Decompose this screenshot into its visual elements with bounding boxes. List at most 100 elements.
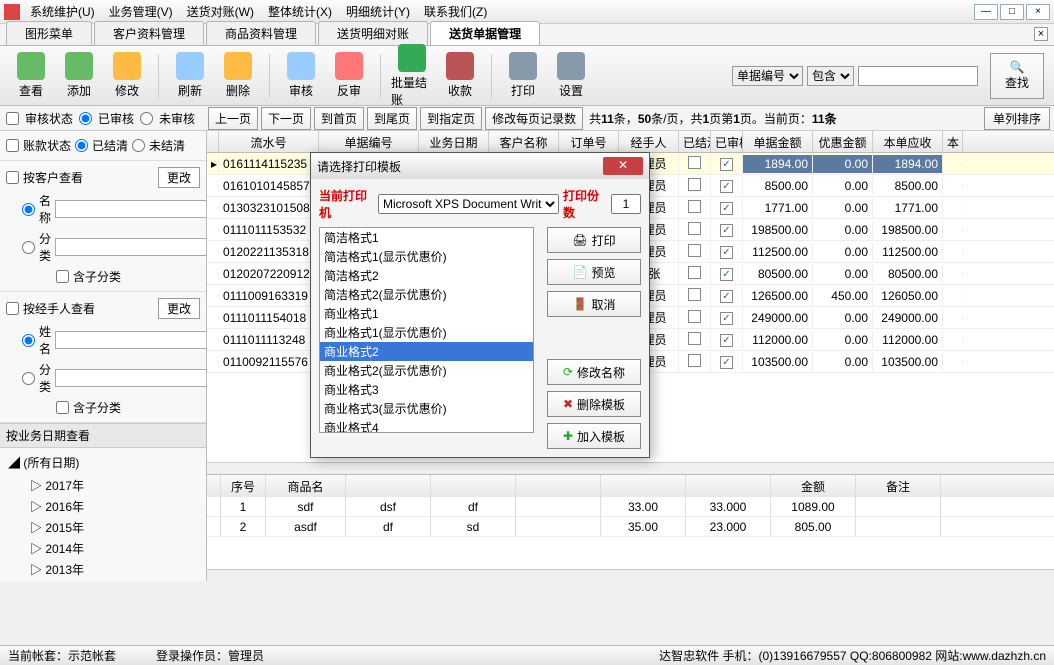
hname-input[interactable]	[55, 331, 207, 349]
template-item[interactable]: 商业格式1(显示优惠价)	[320, 323, 533, 342]
detail-column-header[interactable]: 金额	[771, 475, 856, 497]
template-item[interactable]: 商业格式4	[320, 418, 533, 433]
search-input[interactable]	[858, 66, 978, 86]
column-header[interactable]	[207, 131, 219, 152]
column-header[interactable]: 订单号	[559, 131, 619, 152]
unsettled-radio[interactable]	[132, 139, 145, 152]
by-customer-checkbox[interactable]	[6, 171, 19, 184]
nav-button[interactable]: 到指定页	[420, 107, 482, 130]
tree-root[interactable]: ◢ (所有日期)	[6, 452, 200, 473]
preview-button[interactable]: 📄预览	[547, 259, 641, 285]
collect-button[interactable]: 收款	[439, 52, 481, 99]
hsubcat-checkbox[interactable]	[56, 401, 69, 414]
hscrollbar[interactable]	[207, 462, 1054, 474]
unaudit-button[interactable]: 反审	[328, 52, 370, 99]
settled-radio[interactable]	[75, 139, 88, 152]
template-item[interactable]: 简洁格式2	[320, 266, 533, 285]
category-input[interactable]	[55, 238, 207, 256]
template-list[interactable]: 简洁格式1简洁格式1(显示优惠价)简洁格式2简洁格式2(显示优惠价)商业格式1商…	[319, 227, 534, 433]
tree-year[interactable]: ▷ 2015年	[18, 517, 200, 538]
tree-year[interactable]: ▷ 2013年	[18, 559, 200, 580]
menu-item[interactable]: 业务管理(V)	[103, 1, 179, 22]
menu-item[interactable]: 送货对账(W)	[181, 1, 260, 22]
name-input[interactable]	[55, 200, 207, 218]
nav-button[interactable]: 到首页	[314, 107, 364, 130]
nav-button[interactable]: 上一页	[208, 107, 258, 130]
name-radio[interactable]	[22, 203, 35, 216]
delete-template-button[interactable]: ✖删除模板	[547, 391, 641, 417]
column-header[interactable]: 优惠金额	[813, 131, 873, 152]
detail-body[interactable]: 1sdfdsfdf33.0033.0001089.002asdfdfsd35.0…	[207, 497, 1054, 537]
category-radio[interactable]	[22, 241, 35, 254]
tree-year[interactable]: ▷ 2014年	[18, 538, 200, 559]
audited-radio[interactable]	[79, 112, 92, 125]
menu-item[interactable]: 明细统计(Y)	[340, 1, 416, 22]
audit-status-checkbox[interactable]	[6, 112, 19, 125]
column-header[interactable]: 单据金额	[743, 131, 813, 152]
detail-column-header[interactable]: 商品名	[266, 475, 346, 497]
nav-button[interactable]: 修改每页记录数	[485, 107, 583, 130]
detail-column-header[interactable]	[207, 475, 221, 497]
column-header[interactable]: 已审核	[711, 131, 743, 152]
print-button[interactable]: 🖨打印	[547, 227, 641, 253]
detail-column-header[interactable]	[346, 475, 431, 497]
add-template-button[interactable]: ✚加入模板	[547, 423, 641, 449]
rename-button[interactable]: ⟳修改名称	[547, 359, 641, 385]
search-field-select[interactable]: 单据编号	[732, 66, 803, 86]
tree-year[interactable]: ▷ 2017年	[18, 475, 200, 496]
template-item[interactable]: 商业格式2(显示优惠价)	[320, 361, 533, 380]
detail-row[interactable]: 2asdfdfsd35.0023.000805.00	[207, 517, 1054, 537]
template-item[interactable]: 简洁格式2(显示优惠价)	[320, 285, 533, 304]
template-item[interactable]: 简洁格式1	[320, 228, 533, 247]
tree-year[interactable]: ▷ 2016年	[18, 496, 200, 517]
dialog-close-button[interactable]: ✕	[603, 157, 643, 175]
menu-item[interactable]: 系统维护(U)	[24, 1, 101, 22]
detail-row[interactable]: 1sdfdsfdf33.0033.0001089.00	[207, 497, 1054, 517]
template-item[interactable]: 商业格式3(显示优惠价)	[320, 399, 533, 418]
hname-radio[interactable]	[22, 334, 35, 347]
column-header[interactable]: 流水号	[219, 131, 319, 152]
pay-status-checkbox[interactable]	[6, 139, 19, 152]
modify-customer-button[interactable]: 更改	[158, 167, 200, 188]
tree-year[interactable]: ▷ 2012年	[18, 580, 200, 581]
tab-close-button[interactable]: ×	[1034, 27, 1048, 41]
edit-button[interactable]: 修改	[106, 52, 148, 99]
dialog-titlebar[interactable]: 请选择打印模板 ✕	[311, 153, 649, 179]
subcat-checkbox[interactable]	[56, 270, 69, 283]
copies-input[interactable]	[611, 194, 641, 214]
template-item[interactable]: 商业格式2	[320, 342, 533, 361]
column-header[interactable]: 本	[943, 131, 963, 152]
tab[interactable]: 送货明细对账	[318, 21, 428, 45]
nav-button[interactable]: 下一页	[261, 107, 311, 130]
column-header[interactable]: 已结清	[679, 131, 711, 152]
nav-button[interactable]: 到尾页	[367, 107, 417, 130]
detail-column-header[interactable]	[431, 475, 516, 497]
tab[interactable]: 送货单据管理	[430, 21, 540, 45]
detail-column-header[interactable]	[601, 475, 686, 497]
detail-column-header[interactable]: 序号	[221, 475, 266, 497]
batch-button[interactable]: 批量结账	[391, 44, 433, 108]
maximize-button[interactable]: □	[1000, 4, 1024, 20]
column-header[interactable]: 业务日期	[419, 131, 489, 152]
modify-handler-button[interactable]: 更改	[158, 298, 200, 319]
search-button[interactable]: 🔍 查找	[990, 53, 1044, 99]
delete-button[interactable]: 删除	[217, 52, 259, 99]
by-handler-checkbox[interactable]	[6, 302, 19, 315]
unaudited-radio[interactable]	[140, 112, 153, 125]
menu-item[interactable]: 联系我们(Z)	[418, 1, 493, 22]
minimize-button[interactable]: —	[974, 4, 998, 20]
add-button[interactable]: 添加	[58, 52, 100, 99]
search-op-select[interactable]: 包含	[807, 66, 854, 86]
settings-button[interactable]: 设置	[550, 52, 592, 99]
template-item[interactable]: 商业格式1	[320, 304, 533, 323]
cancel-button[interactable]: 🚪取消	[547, 291, 641, 317]
tab[interactable]: 客户资料管理	[94, 21, 204, 45]
tab[interactable]: 图形菜单	[6, 21, 92, 45]
column-header[interactable]: 经手人	[619, 131, 679, 152]
sort-button[interactable]: 单列排序	[984, 107, 1050, 130]
menu-item[interactable]: 整体统计(X)	[262, 1, 338, 22]
refresh-button[interactable]: 刷新	[169, 52, 211, 99]
detail-column-header[interactable]	[686, 475, 771, 497]
hcategory-input[interactable]	[55, 369, 207, 387]
audit-button[interactable]: 审核	[280, 52, 322, 99]
